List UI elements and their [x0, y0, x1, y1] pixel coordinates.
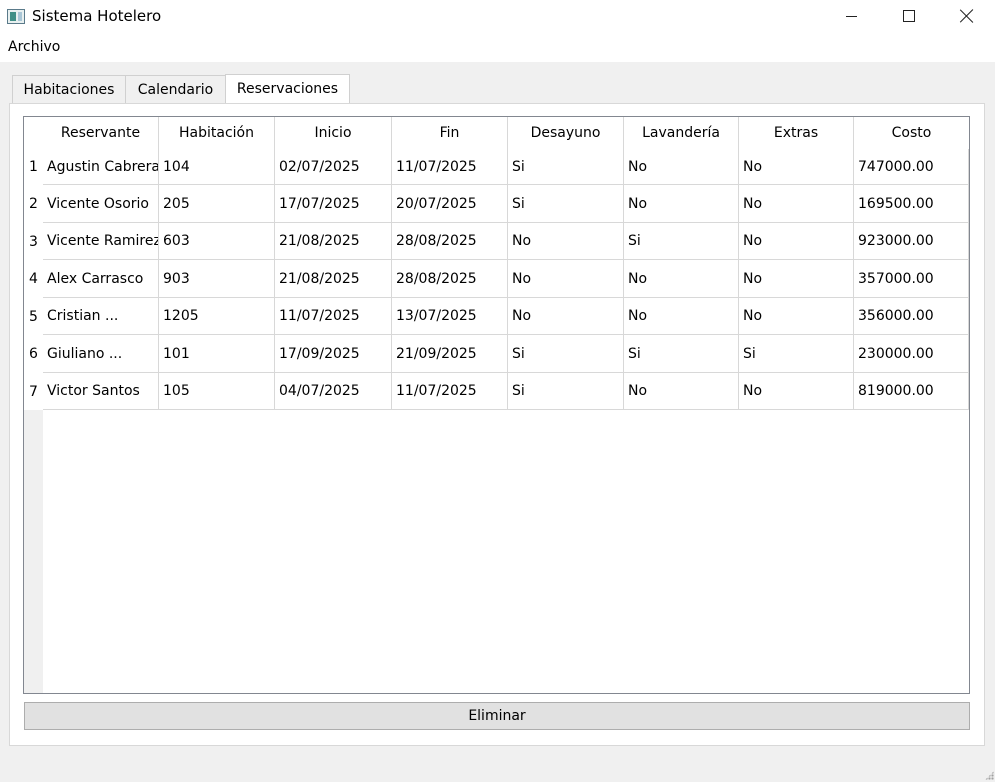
- cell-reservante[interactable]: Agustin Cabrera: [43, 149, 159, 185]
- cell-desayuno[interactable]: No: [508, 298, 624, 335]
- cell-fin[interactable]: 28/08/2025: [392, 223, 508, 260]
- cell-extras[interactable]: No: [739, 298, 854, 335]
- cell-desayuno[interactable]: Si: [508, 149, 624, 185]
- cell-reservante[interactable]: Vicente Osorio: [43, 185, 159, 223]
- table-row[interactable]: 5 Cristian ... 1205 11/07/2025 13/07/202…: [24, 298, 969, 335]
- cell-costo[interactable]: 819000.00: [854, 373, 969, 410]
- table-row[interactable]: 6 Giuliano ... 101 17/09/2025 21/09/2025…: [24, 335, 969, 373]
- row-number[interactable]: 7: [24, 373, 43, 410]
- cell-desayuno[interactable]: No: [508, 260, 624, 298]
- minimize-button[interactable]: [822, 0, 880, 32]
- cell-desayuno[interactable]: Si: [508, 185, 624, 223]
- cell-fin[interactable]: 13/07/2025: [392, 298, 508, 335]
- close-icon: [960, 9, 974, 23]
- cell-lavanderia[interactable]: No: [624, 149, 739, 185]
- cell-inicio[interactable]: 21/08/2025: [275, 223, 392, 260]
- cell-costo[interactable]: 230000.00: [854, 335, 969, 373]
- row-number[interactable]: 5: [24, 298, 43, 335]
- table-header: Reservante Habitación Inicio Fin Desayun…: [43, 117, 969, 149]
- cell-costo[interactable]: 357000.00: [854, 260, 969, 298]
- cell-costo[interactable]: 356000.00: [854, 298, 969, 335]
- cell-extras[interactable]: No: [739, 260, 854, 298]
- tab-reservaciones[interactable]: Reservaciones: [225, 74, 350, 103]
- window-title: Sistema Hotelero: [32, 7, 162, 25]
- cell-inicio[interactable]: 21/08/2025: [275, 260, 392, 298]
- menu-bar: Archivo: [0, 34, 995, 62]
- cell-habitacion[interactable]: 603: [159, 223, 275, 260]
- cell-reservante[interactable]: Alex Carrasco: [43, 260, 159, 298]
- cell-fin[interactable]: 21/09/2025: [392, 335, 508, 373]
- header-habitacion[interactable]: Habitación: [159, 117, 275, 149]
- cell-inicio[interactable]: 04/07/2025: [275, 373, 392, 410]
- cell-lavanderia[interactable]: Si: [624, 223, 739, 260]
- reservations-table[interactable]: Reservante Habitación Inicio Fin Desayun…: [23, 116, 970, 694]
- cell-extras[interactable]: Si: [739, 335, 854, 373]
- cell-lavanderia[interactable]: Si: [624, 335, 739, 373]
- table-row[interactable]: 4 Alex Carrasco 903 21/08/2025 28/08/202…: [24, 260, 969, 298]
- header-inicio[interactable]: Inicio: [275, 117, 392, 149]
- resize-grip-icon[interactable]: [985, 771, 994, 780]
- row-number[interactable]: 2: [24, 185, 43, 223]
- menu-archivo[interactable]: Archivo: [8, 39, 60, 55]
- cell-reservante[interactable]: Vicente Ramirez: [43, 223, 159, 260]
- cell-habitacion[interactable]: 105: [159, 373, 275, 410]
- cell-inicio[interactable]: 17/07/2025: [275, 185, 392, 223]
- cell-fin[interactable]: 11/07/2025: [392, 149, 508, 185]
- cell-habitacion[interactable]: 101: [159, 335, 275, 373]
- row-number[interactable]: 1: [24, 149, 43, 185]
- tab-calendario[interactable]: Calendario: [125, 75, 226, 103]
- cell-lavanderia[interactable]: No: [624, 185, 739, 223]
- table-corner[interactable]: [24, 117, 43, 149]
- cell-habitacion[interactable]: 1205: [159, 298, 275, 335]
- cell-lavanderia[interactable]: No: [624, 373, 739, 410]
- row-number[interactable]: 3: [24, 223, 43, 260]
- minimize-icon: [845, 15, 857, 17]
- cell-inicio[interactable]: 02/07/2025: [275, 149, 392, 185]
- header-extras[interactable]: Extras: [739, 117, 854, 149]
- cell-extras[interactable]: No: [739, 373, 854, 410]
- cell-fin[interactable]: 20/07/2025: [392, 185, 508, 223]
- cell-costo[interactable]: 747000.00: [854, 149, 969, 185]
- cell-habitacion[interactable]: 903: [159, 260, 275, 298]
- tab-habitaciones[interactable]: Habitaciones: [12, 75, 126, 103]
- header-fin[interactable]: Fin: [392, 117, 508, 149]
- window-app-icon: [7, 9, 25, 24]
- table-row[interactable]: 7 Victor Santos 105 04/07/2025 11/07/202…: [24, 373, 969, 410]
- cell-habitacion[interactable]: 205: [159, 185, 275, 223]
- cell-inicio[interactable]: 17/09/2025: [275, 335, 392, 373]
- row-number[interactable]: 4: [24, 260, 43, 298]
- cell-lavanderia[interactable]: No: [624, 260, 739, 298]
- header-reservante[interactable]: Reservante: [43, 117, 159, 149]
- cell-reservante[interactable]: Giuliano ...: [43, 335, 159, 373]
- cell-extras[interactable]: No: [739, 149, 854, 185]
- cell-desayuno[interactable]: No: [508, 223, 624, 260]
- cell-desayuno[interactable]: Si: [508, 335, 624, 373]
- table-row[interactable]: 1 Agustin Cabrera 104 02/07/2025 11/07/2…: [24, 149, 969, 185]
- cell-extras[interactable]: No: [739, 185, 854, 223]
- header-lavanderia[interactable]: Lavandería: [624, 117, 739, 149]
- close-button[interactable]: [938, 0, 995, 32]
- cell-habitacion[interactable]: 104: [159, 149, 275, 185]
- row-number[interactable]: 6: [24, 335, 43, 373]
- header-desayuno[interactable]: Desayuno: [508, 117, 624, 149]
- cell-reservante[interactable]: Cristian ...: [43, 298, 159, 335]
- cell-reservante[interactable]: Victor Santos: [43, 373, 159, 410]
- cell-extras[interactable]: No: [739, 223, 854, 260]
- cell-lavanderia[interactable]: No: [624, 298, 739, 335]
- eliminar-button[interactable]: Eliminar: [24, 702, 970, 730]
- cell-fin[interactable]: 11/07/2025: [392, 373, 508, 410]
- cell-inicio[interactable]: 11/07/2025: [275, 298, 392, 335]
- cell-costo[interactable]: 169500.00: [854, 185, 969, 223]
- maximize-icon: [903, 10, 915, 22]
- header-costo[interactable]: Costo: [854, 117, 969, 149]
- cell-desayuno[interactable]: Si: [508, 373, 624, 410]
- cell-costo[interactable]: 923000.00: [854, 223, 969, 260]
- cell-fin[interactable]: 28/08/2025: [392, 260, 508, 298]
- table-row[interactable]: 3 Vicente Ramirez 603 21/08/2025 28/08/2…: [24, 223, 969, 260]
- title-bar: Sistema Hotelero: [0, 0, 995, 34]
- table-row[interactable]: 2 Vicente Osorio 205 17/07/2025 20/07/20…: [24, 185, 969, 223]
- maximize-button[interactable]: [880, 0, 938, 32]
